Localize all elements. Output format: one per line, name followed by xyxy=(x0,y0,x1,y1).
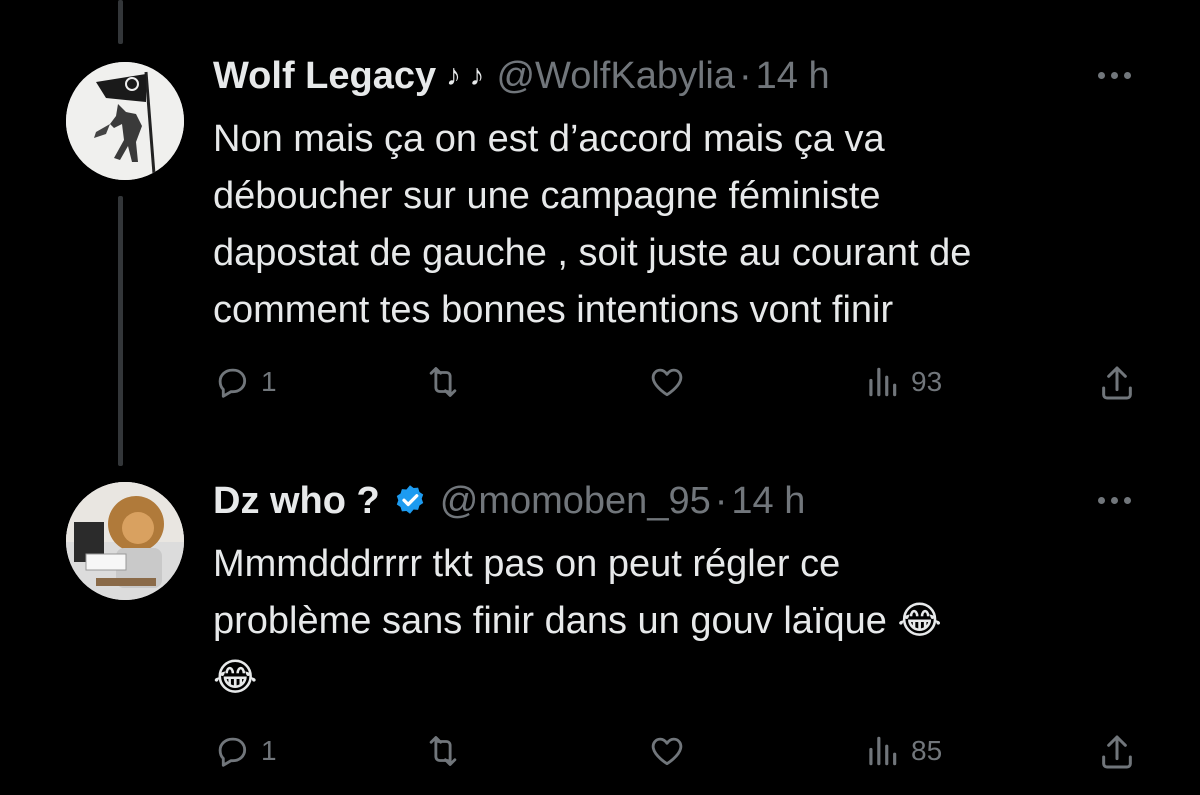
share-button[interactable] xyxy=(1097,732,1137,772)
timestamp[interactable]: 14 h xyxy=(756,53,830,99)
reply-count: 1 xyxy=(261,366,277,397)
views-button[interactable]: 85 xyxy=(863,732,942,770)
separator: · xyxy=(714,480,728,522)
reply-count: 1 xyxy=(261,735,277,766)
name-decoration: ♪ ♪ xyxy=(446,59,485,92)
username-handle[interactable]: @WolfKabylia xyxy=(496,53,735,99)
tweet[interactable]: Wolf Legacy ♪ ♪ @WolfKabylia · 14 h Non … xyxy=(0,0,1200,440)
like-button[interactable] xyxy=(647,363,697,401)
username-handle[interactable]: @momoben_95 xyxy=(440,478,711,524)
heart-icon xyxy=(651,737,683,766)
more-options-icon[interactable] xyxy=(1098,72,1131,79)
tweet[interactable]: Dz who ? @momoben_95 · 14 h Mmmdddrrrr t… xyxy=(0,440,1200,795)
retweet-icon xyxy=(429,736,457,766)
share-icon xyxy=(1102,735,1132,769)
view-count: 85 xyxy=(911,735,943,766)
heart-icon xyxy=(651,368,683,397)
view-count: 93 xyxy=(911,366,943,397)
reply-button[interactable]: 1 xyxy=(213,732,277,770)
tweet-text: Mmmdddrrrr tkt pas on peut régler ce pro… xyxy=(213,543,942,699)
views-bar-chart-icon xyxy=(869,736,897,766)
avatar[interactable] xyxy=(66,62,184,180)
verified-badge-icon xyxy=(392,483,428,519)
action-bar: 1 85 xyxy=(213,732,1153,776)
wolf-flag-avatar-icon xyxy=(66,62,184,180)
views-button[interactable]: 93 xyxy=(863,363,942,401)
avatar[interactable] xyxy=(66,482,184,600)
more-options-icon[interactable] xyxy=(1098,497,1131,504)
retweet-icon xyxy=(429,367,457,397)
separator: · xyxy=(739,55,752,97)
timestamp[interactable]: 14 h xyxy=(731,478,805,524)
views-bar-chart-icon xyxy=(869,367,897,397)
action-bar: 1 93 xyxy=(213,363,1153,407)
retweet-button[interactable] xyxy=(423,732,473,770)
tweet-header: Wolf Legacy ♪ ♪ @WolfKabylia · 14 h xyxy=(213,53,830,99)
reply-button[interactable]: 1 xyxy=(213,363,277,401)
like-button[interactable] xyxy=(647,732,697,770)
reply-icon xyxy=(218,737,247,767)
display-name[interactable]: Dz who ? xyxy=(213,478,380,524)
tweet-text: Non mais ça on est d’accord mais ça va d… xyxy=(213,118,972,331)
tweet-header: Dz who ? @momoben_95 · 14 h xyxy=(213,478,805,524)
lion-avatar-icon xyxy=(66,482,184,600)
retweet-button[interactable] xyxy=(423,363,473,401)
share-icon xyxy=(1102,366,1132,400)
share-button[interactable] xyxy=(1097,363,1137,403)
display-name[interactable]: Wolf Legacy xyxy=(213,53,436,99)
reply-icon xyxy=(218,368,247,398)
